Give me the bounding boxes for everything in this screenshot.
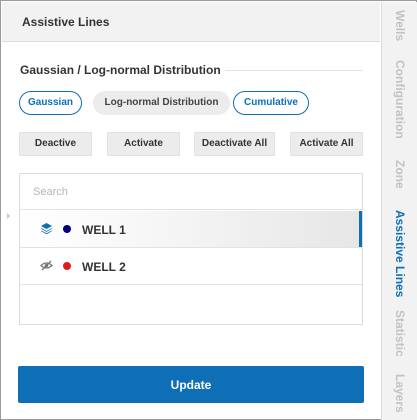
panel-title: Assistive Lines: [22, 15, 110, 29]
well-color-dot: [63, 225, 71, 233]
side-tab-bar: Wells Configuration Zone Assistive Lines…: [381, 2, 417, 420]
tab-statistic[interactable]: Statistic: [382, 310, 417, 370]
log-normal-toggle[interactable]: Log-normal Distribution: [93, 91, 230, 115]
search-input[interactable]: [20, 174, 362, 210]
cumulative-toggle[interactable]: Cumulative: [233, 91, 309, 115]
gaussian-toggle[interactable]: Gaussian: [19, 91, 82, 115]
section-divider: [225, 70, 363, 71]
layers-icon[interactable]: [40, 222, 53, 235]
activate-button[interactable]: Activate: [107, 132, 180, 156]
well-name: WELL 2: [82, 260, 126, 274]
tab-zone[interactable]: Zone: [382, 160, 417, 200]
activate-all-button[interactable]: Activate All: [290, 132, 363, 156]
collapse-handle-icon[interactable]: [7, 213, 10, 219]
deactive-button[interactable]: Deactive: [19, 132, 92, 156]
tab-assistive-lines[interactable]: Assistive Lines: [382, 210, 417, 310]
section-title: Gaussian / Log-normal Distribution: [20, 63, 221, 77]
well-name: WELL 1: [82, 223, 126, 237]
well-color-dot: [63, 262, 71, 270]
assistive-lines-panel: Assistive Lines Gaussian / Log-normal Di…: [0, 0, 417, 420]
tab-configuration[interactable]: Configuration: [382, 60, 417, 150]
deactivate-all-button[interactable]: Deactivate All: [194, 132, 275, 156]
tab-wells[interactable]: Wells: [382, 10, 417, 50]
well-row-well-2[interactable]: WELL 2: [20, 248, 362, 285]
panel-header: Assistive Lines: [2, 2, 380, 42]
well-list: WELL 1 WELL 2: [19, 173, 363, 325]
tab-layers[interactable]: Layers: [382, 374, 417, 418]
well-row-well-1[interactable]: WELL 1: [20, 211, 362, 248]
update-button[interactable]: Update: [18, 366, 364, 403]
selection-indicator: [359, 211, 362, 247]
eye-off-icon[interactable]: [40, 259, 53, 272]
